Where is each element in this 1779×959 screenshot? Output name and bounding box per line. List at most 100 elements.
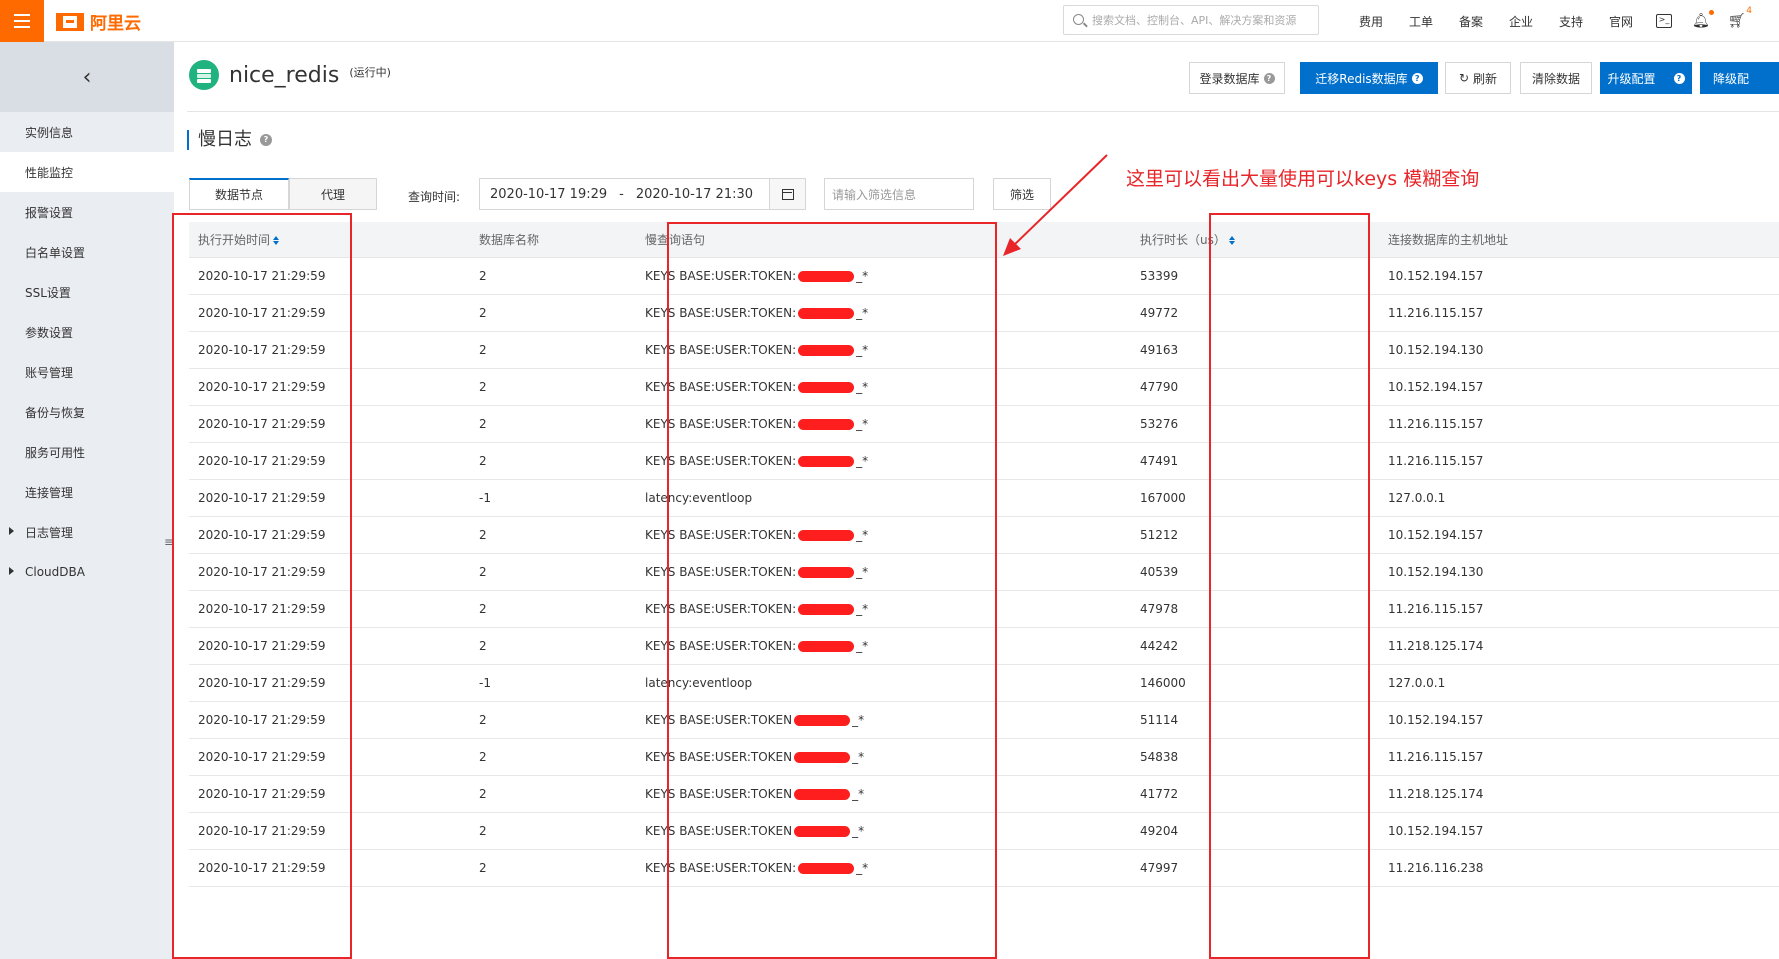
clear-data-button[interactable]: 清除数据 [1520,62,1592,94]
calendar-button[interactable] [769,179,805,209]
sidebar-item-params[interactable]: 参数设置 [0,312,174,352]
filter-button[interactable]: 筛选 [993,178,1051,210]
cell-start-time: 2020-10-17 21:29:59 [198,454,326,468]
redaction-mark [798,863,855,874]
table-header: 执行开始时间 数据库名称 慢查询语句 执行时长（us） 连接数据库的主机地址 [189,222,1779,258]
instance-name: nice_redis [229,62,340,88]
migrate-redis-button[interactable]: 迁移Redis数据库? [1300,62,1438,94]
top-link-official[interactable]: 官网 [1596,13,1646,30]
sidebar-item-instance-info[interactable]: 实例信息 [0,112,174,152]
query-text: KEYS BASE:USER:TOKEN [645,787,793,801]
tab-proxy[interactable]: 代理 [289,178,377,210]
cell-start-time: 2020-10-17 21:29:59 [198,639,326,653]
notification-dot [1709,10,1714,15]
cell-db-name: 2 [479,417,487,431]
query-text: KEYS BASE:USER:TOKEN [645,713,793,727]
query-suffix: _* [856,454,869,468]
query-text: KEYS BASE:USER:TOKEN: [645,602,797,616]
sidebar-item-connections[interactable]: 连接管理 [0,472,174,512]
query-suffix: _* [856,528,869,542]
cell-duration: 53399 [1140,269,1179,283]
sidebar-item-label: 报警设置 [25,205,74,220]
sidebar-item-ssl[interactable]: SSL设置 [0,272,174,312]
cell-query: KEYS BASE:USER:TOKEN _* [645,787,864,801]
cell-duration: 47997 [1140,861,1179,875]
help-icon[interactable]: ? [260,134,272,146]
sidebar-item-label: 性能监控 [25,165,74,180]
cell-start-time: 2020-10-17 21:29:59 [198,528,326,542]
sidebar-item-label: 账号管理 [25,365,74,380]
table-row: 2020-10-17 21:29:59 2 KEYS BASE:USER:TOKEN… [189,554,1779,591]
global-search-input[interactable]: 搜索文档、控制台、API、解决方案和资源 [1063,5,1319,35]
cell-host: 11.218.125.174 [1388,639,1484,653]
cell-query: KEYS BASE:USER:TOKEN: _* [645,602,868,616]
sidebar-item-performance[interactable]: 性能监控 [0,152,174,192]
column-header-duration[interactable]: 执行时长（us） [1140,231,1235,248]
sort-icon[interactable] [273,235,280,246]
cell-db-name: -1 [479,676,491,690]
sidebar-item-clouddba[interactable]: CloudDBA [0,552,174,592]
query-suffix: _* [852,824,865,838]
bell-icon[interactable]: 🔔︎ [1692,10,1714,28]
query-text: latency:eventloop [645,491,753,505]
sidebar-item-alerts[interactable]: 报警设置 [0,192,174,232]
search-icon [1073,14,1084,25]
top-navbar: 阿里云 搜索文档、控制台、API、解决方案和资源 费用 工单 备案 企业 支持 … [0,0,1779,42]
cell-db-name: 2 [479,824,487,838]
cell-db-name: 2 [479,750,487,764]
section-title-text: 慢日志 [198,129,252,150]
cell-db-name: 2 [479,787,487,801]
sidebar-item-label: 连接管理 [25,485,74,500]
filter-input[interactable]: 请输入筛选信息 [824,178,974,210]
top-links: 费用 工单 备案 企业 支持 官网 [1346,0,1646,42]
back-chevron-icon[interactable]: ‹ [0,42,174,112]
help-icon: ? [1673,72,1685,84]
sort-icon[interactable] [1228,235,1235,246]
redaction-mark [798,419,855,430]
top-link-tickets[interactable]: 工单 [1396,13,1446,30]
top-link-icp[interactable]: 备案 [1446,13,1496,30]
query-suffix: _* [856,565,869,579]
terminal-icon[interactable]: >_ [1656,14,1672,28]
cell-db-name: 2 [479,306,487,320]
table-row: 2020-10-17 21:29:59 2 KEYS BASE:USER:TOKEN… [189,406,1779,443]
column-header-start-time[interactable]: 执行开始时间 [198,231,280,248]
cell-query: KEYS BASE:USER:TOKEN: _* [645,343,868,357]
cell-start-time: 2020-10-17 21:29:59 [198,824,326,838]
login-db-button[interactable]: 登录数据库? [1189,62,1285,94]
sidebar-collapse-handle-icon[interactable]: ≡ [164,535,174,549]
date-range-picker[interactable]: 2020-10-17 19:29 - 2020-10-17 21:30 [479,178,806,210]
query-suffix: _* [856,306,869,320]
cell-db-name: 2 [479,565,487,579]
refresh-button[interactable]: ↻ 刷新 [1445,62,1511,94]
cell-query: KEYS BASE:USER:TOKEN _* [645,713,864,727]
cell-host: 10.152.194.157 [1388,528,1484,542]
cell-start-time: 2020-10-17 21:29:59 [198,750,326,764]
tab-data-node[interactable]: 数据节点 [189,178,289,210]
query-text: latency:eventloop [645,676,753,690]
cell-query: KEYS BASE:USER:TOKEN: _* [645,565,868,579]
top-link-enterprise[interactable]: 企业 [1496,13,1546,30]
query-text: KEYS BASE:USER:TOKEN: [645,565,797,579]
cell-start-time: 2020-10-17 21:29:59 [198,417,326,431]
hamburger-menu-icon[interactable] [0,0,44,42]
sidebar-item-availability[interactable]: 服务可用性 [0,432,174,472]
query-text: KEYS BASE:USER:TOKEN: [645,306,797,320]
cell-host: 10.152.194.157 [1388,713,1484,727]
aliyun-logo[interactable]: 阿里云 [56,9,141,34]
cell-duration: 51114 [1140,713,1179,727]
header-label: 执行时长（us） [1140,233,1226,247]
sidebar-item-accounts[interactable]: 账号管理 [0,352,174,392]
sidebar-item-backup[interactable]: 备份与恢复 [0,392,174,432]
sidebar-item-whitelist[interactable]: 白名单设置 [0,232,174,272]
redaction-mark [798,456,855,467]
cart-icon[interactable]: 🛒︎ 4 [1728,6,1752,28]
top-link-fees[interactable]: 费用 [1346,13,1396,30]
table-row: 2020-10-17 21:29:59 2 KEYS BASE:USER:TOKEN… [189,850,1779,887]
cell-query: KEYS BASE:USER:TOKEN: _* [645,380,868,394]
sidebar-item-logs[interactable]: 日志管理 [0,512,174,552]
upgrade-config-button[interactable]: 升级配置? [1600,62,1692,94]
downgrade-config-button[interactable]: 降级配 [1700,62,1779,94]
top-link-support[interactable]: 支持 [1546,13,1596,30]
cell-host: 10.152.194.157 [1388,380,1484,394]
